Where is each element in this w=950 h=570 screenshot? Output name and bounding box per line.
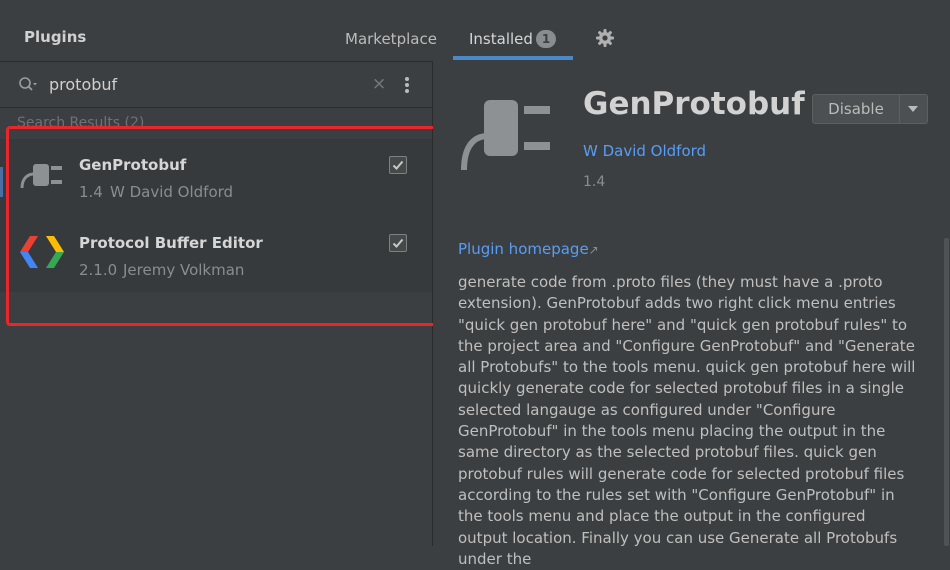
plugin-name: GenProtobuf bbox=[79, 156, 187, 174]
plugin-name: Protocol Buffer Editor bbox=[79, 234, 263, 252]
enabled-checkbox[interactable] bbox=[389, 234, 407, 252]
plugin-homepage-label[interactable]: Plugin homepage bbox=[458, 240, 589, 258]
plugin-author: W David Oldford bbox=[110, 183, 234, 201]
more-options-icon[interactable] bbox=[404, 76, 410, 94]
list-item[interactable]: Protocol Buffer Editor 2.1.0 Jeremy Volk… bbox=[0, 220, 432, 296]
plug-icon bbox=[20, 164, 62, 189]
plug-icon bbox=[461, 100, 550, 171]
external-link-icon: ↗ bbox=[588, 243, 599, 257]
active-tab-indicator bbox=[453, 56, 573, 60]
disable-button[interactable]: Disable bbox=[812, 94, 900, 124]
chevron-down-icon bbox=[908, 106, 918, 112]
search-results-label: Search Results (2) bbox=[17, 115, 145, 131]
plugin-homepage-link[interactable]: Plugin homepage↗ bbox=[458, 240, 599, 258]
plugin-author: Jeremy Volkman bbox=[123, 261, 245, 279]
detail-scrollbar[interactable] bbox=[944, 238, 949, 546]
plugin-description: generate code from .proto files (they mu… bbox=[458, 273, 916, 568]
plugin-detail-version: 1.4 bbox=[583, 174, 606, 190]
plugins-title: Plugins bbox=[24, 28, 87, 46]
search-icon[interactable] bbox=[18, 76, 38, 94]
gear-icon[interactable] bbox=[593, 26, 617, 50]
google-brackets-icon bbox=[20, 236, 64, 268]
plugin-author-link[interactable]: W David Oldford bbox=[583, 142, 706, 160]
checkmark-icon bbox=[392, 160, 404, 170]
enabled-checkbox[interactable] bbox=[389, 156, 407, 174]
list-item[interactable]: GenProtobuf 1.4 W David Oldford bbox=[0, 142, 432, 218]
tab-marketplace[interactable]: Marketplace bbox=[345, 30, 437, 48]
disable-dropdown-button[interactable] bbox=[900, 94, 928, 124]
checkmark-icon bbox=[392, 238, 404, 248]
search-bar: protobuf × bbox=[0, 62, 432, 108]
plugin-list-panel bbox=[0, 61, 432, 547]
plugin-detail-title: GenProtobuf bbox=[583, 86, 805, 122]
clear-search-icon[interactable]: × bbox=[372, 74, 386, 94]
search-input[interactable]: protobuf bbox=[49, 75, 117, 94]
plugin-version: 1.4 bbox=[79, 183, 103, 201]
plugins-header: Plugins Marketplace Installed 1 bbox=[0, 0, 950, 61]
tab-installed[interactable]: Installed bbox=[469, 30, 533, 48]
plugin-version: 2.1.0 bbox=[79, 261, 118, 279]
installed-count-badge: 1 bbox=[536, 30, 556, 48]
